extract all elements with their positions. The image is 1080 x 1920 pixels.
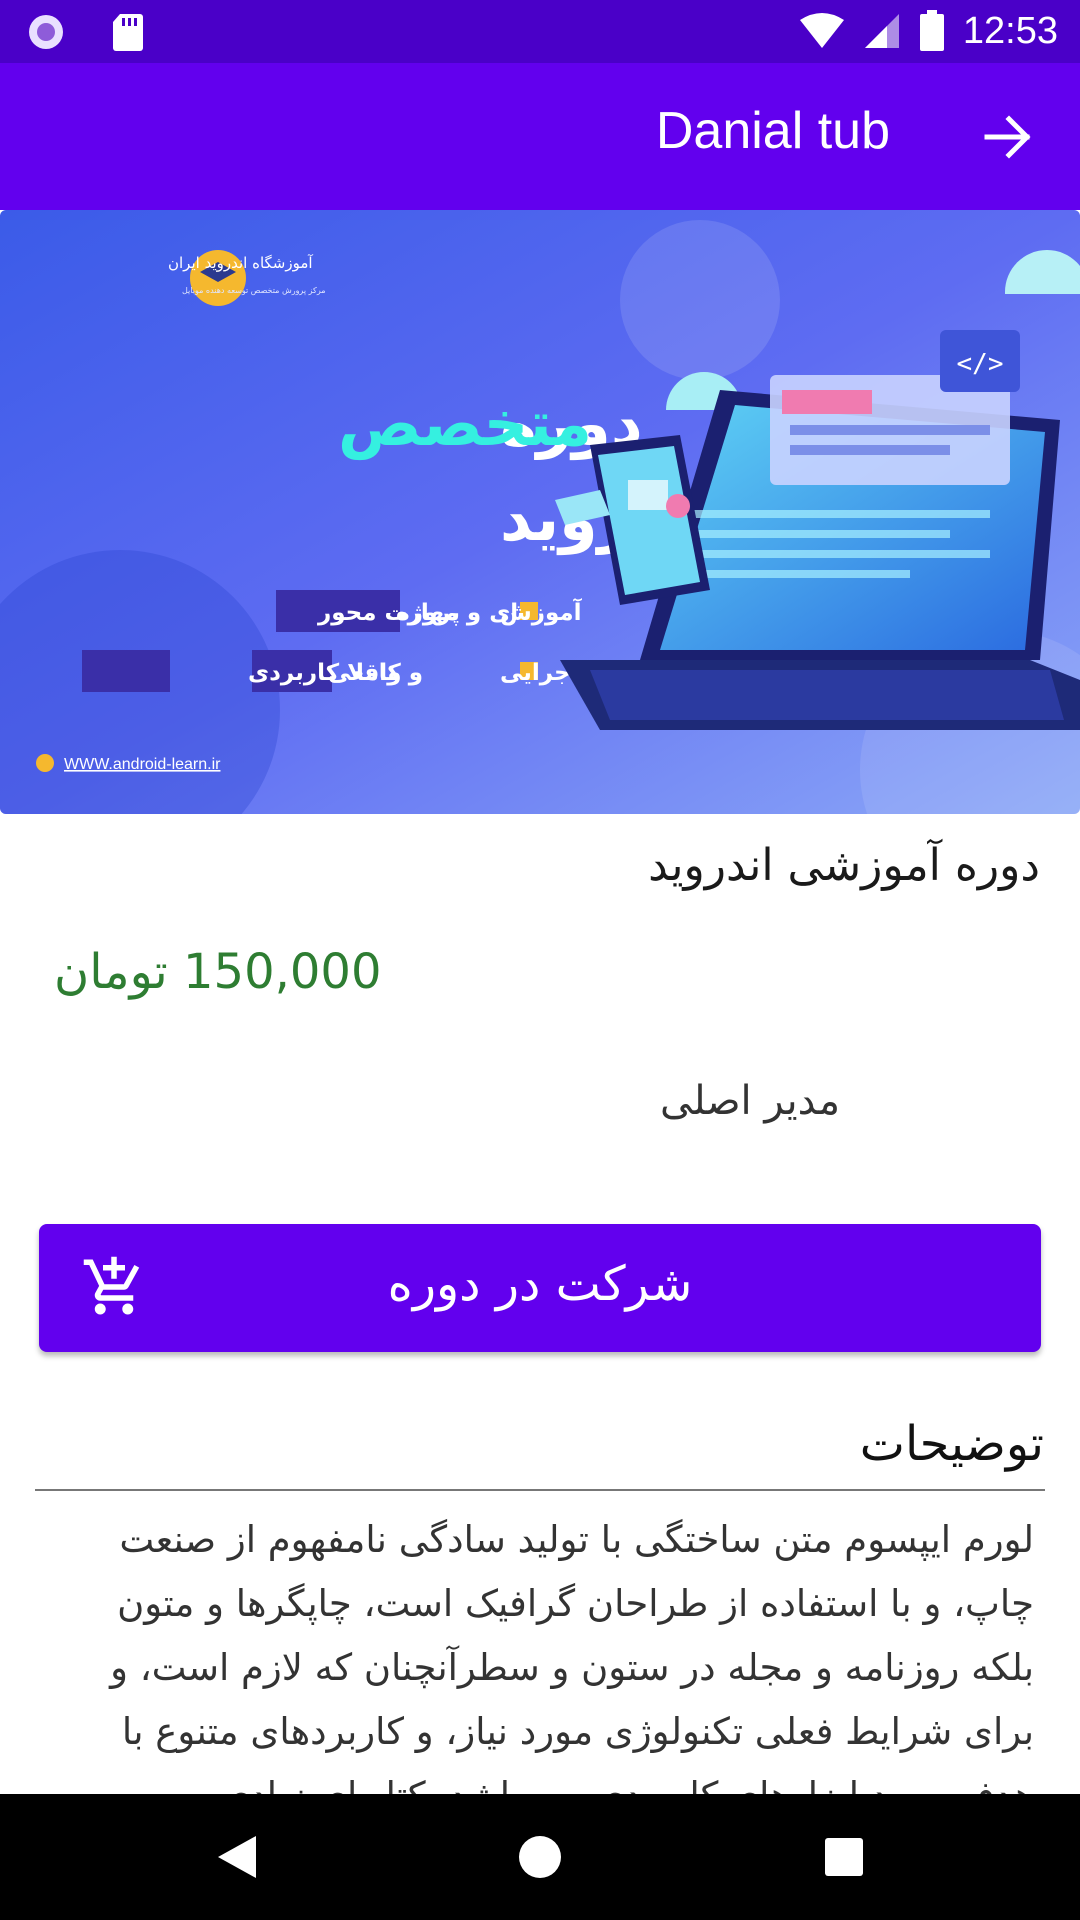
system-nav-bar: [0, 1794, 1080, 1920]
description-body: لورم ایپسوم متن ساختگی با تولید سادگی نا…: [110, 1518, 1034, 1794]
course-teacher: مدیر اصلی: [660, 1078, 840, 1124]
wifi-icon: [799, 13, 844, 48]
app-bar: Danial tub: [0, 63, 1080, 210]
description-heading: توضیحات: [859, 1416, 1044, 1472]
nav-back-button[interactable]: [204, 1824, 270, 1890]
battery-icon: [919, 10, 944, 51]
brand-tagline: مرکز پرورش متخصص توسعه دهنده موبایل: [182, 286, 326, 295]
app-title: Danial tub: [655, 102, 890, 160]
banner-website: WWW.android-learn.ir: [64, 756, 221, 773]
brand-name: آموزشگاه اندروید ایران: [168, 254, 313, 272]
arrow-right-icon: [984, 115, 1031, 159]
sd-card-icon: [113, 14, 143, 51]
recents-square-icon: [825, 1838, 863, 1876]
status-time: 12:53: [962, 9, 1058, 52]
course-title: دوره آموزشی اندروید: [648, 840, 1040, 891]
status-left-icons: [26, 12, 144, 52]
web-logo-icon: [36, 754, 54, 772]
description-divider: [35, 1489, 1045, 1491]
banner-bullet1-c: ای و مهارت محور: [317, 600, 518, 626]
enroll-button[interactable]: شرکت در دوره: [39, 1224, 1041, 1352]
code-tag-label: </>: [957, 349, 1004, 379]
course-banner-image: آموزشگاه اندروید ایران مرکز پرورش متخصص …: [0, 210, 1080, 814]
signal-icon: [864, 14, 899, 48]
notification-circle-icon: [29, 15, 63, 49]
status-bar: 12:53: [0, 0, 1080, 63]
banner-headline-word2: متخصص: [338, 387, 592, 461]
enroll-button-label: شرکت در دوره: [387, 1256, 693, 1312]
back-triangle-icon: [218, 1836, 256, 1878]
status-right-icons: 12:53: [799, 6, 1058, 56]
home-circle-icon: [519, 1836, 561, 1878]
back-button[interactable]: [976, 105, 1040, 169]
course-price: 150,000 تومان: [54, 944, 382, 1000]
nav-recents-button[interactable]: [811, 1824, 877, 1890]
nav-home-button[interactable]: [507, 1824, 573, 1890]
banner-bullet2-c: و کاملا کاربردی: [248, 660, 423, 686]
